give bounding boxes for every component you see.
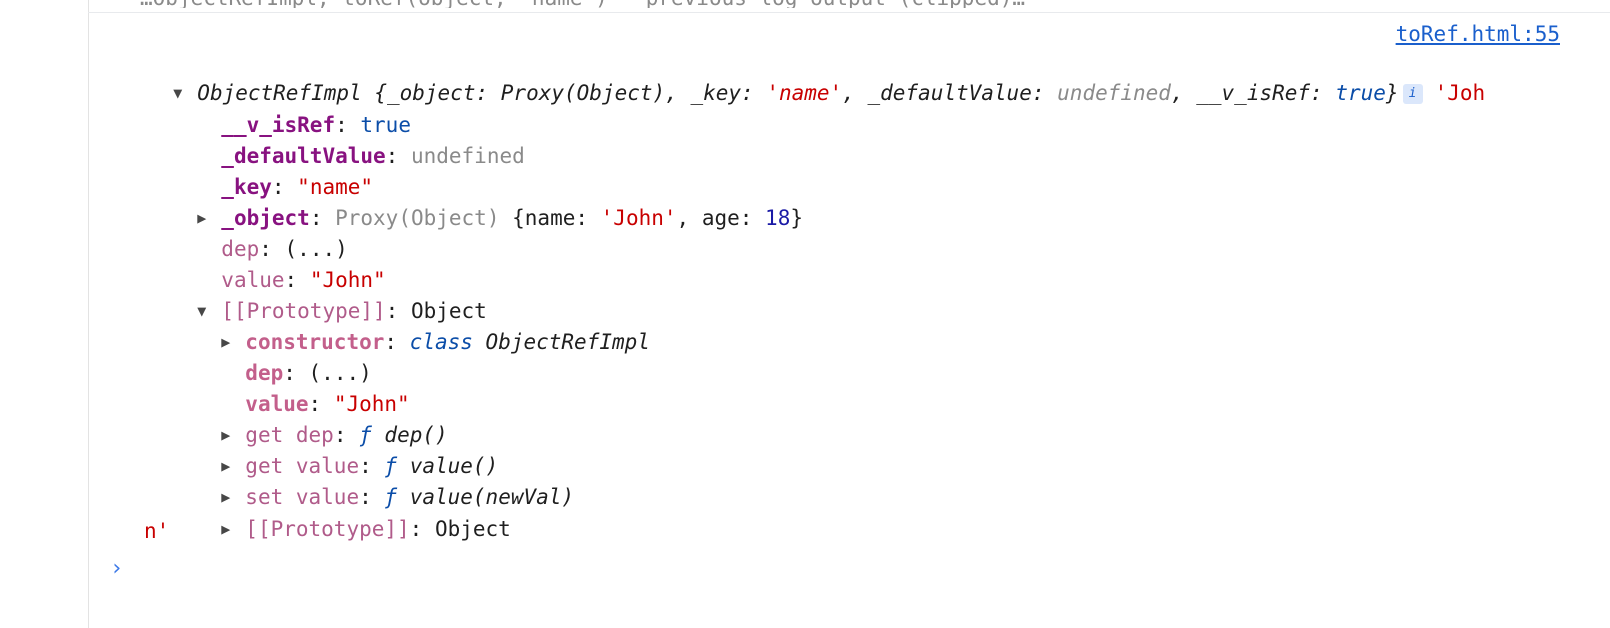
- console-prompt-icon[interactable]: ›: [110, 556, 123, 581]
- prop-value: Object: [434, 517, 511, 541]
- previous-log-line: …ObjectRefImpl, toRef(object, 'name') — …: [140, 0, 1025, 8]
- prop-row-key: _key: "name": [221, 175, 374, 199]
- proto-get-value-row[interactable]: ▶ get value: ƒ value(): [196, 421, 498, 478]
- preview-value: 'John': [600, 206, 677, 230]
- prop-key: [[Prototype]]: [245, 517, 410, 541]
- preview-value: 18: [765, 206, 791, 230]
- prop-row-v-isref: __v_isRef: true: [221, 113, 411, 137]
- message-separator: [88, 12, 1610, 13]
- object-summary-row[interactable]: ▼ ObjectRefImpl {_object: Proxy(Object), …: [148, 48, 1485, 105]
- prototype-row[interactable]: ▼ [[Prototype]]: Object: [172, 266, 487, 323]
- summary-key: _key: [690, 81, 742, 105]
- summary-key: _defaultValue: [867, 81, 1032, 105]
- proto-get-dep-row[interactable]: ▶ get dep: ƒ dep(): [196, 390, 447, 447]
- console-gutter: [0, 0, 89, 628]
- trailing-value: 'Joh: [1434, 81, 1486, 105]
- brace-open: {: [499, 206, 525, 230]
- trailing-value-wrap: n': [144, 519, 170, 543]
- source-link[interactable]: toRef.html:55: [1396, 22, 1560, 46]
- prop-value: undefined: [410, 144, 525, 168]
- keyword: class: [409, 330, 473, 354]
- summary-value: 'name': [766, 81, 843, 105]
- proto-constructor-row[interactable]: ▶ constructor: class ObjectRefImpl: [196, 297, 650, 354]
- prop-row-object[interactable]: ▶ _object: Proxy(Object) {name: 'John', a…: [172, 173, 803, 230]
- proto-inner-prototype-row[interactable]: ▶ [[Prototype]]: Object: [196, 484, 511, 541]
- proto-set-value-row[interactable]: ▶ set value: ƒ value(newVal): [196, 452, 574, 509]
- prop-type: Proxy(Object): [335, 206, 500, 230]
- brace-close: }: [1385, 81, 1399, 105]
- prop-value: ObjectRefImpl: [485, 330, 650, 354]
- info-icon[interactable]: i: [1402, 84, 1423, 104]
- prop-row-dep[interactable]: dep: (...): [196, 204, 347, 261]
- summary-key: __v_isRef: [1196, 81, 1311, 105]
- prop-row-value: value: "John": [221, 268, 386, 292]
- brace-close: }: [790, 206, 803, 230]
- preview-key: name: [524, 206, 576, 230]
- summary-value: undefined: [1057, 81, 1171, 105]
- proto-dep-row[interactable]: dep: (...): [220, 328, 371, 385]
- expand-triangle-icon[interactable]: ▼: [173, 78, 197, 108]
- summary-value: true: [1335, 81, 1386, 105]
- prop-row-default-value: _defaultValue: undefined: [221, 144, 525, 168]
- summary-value: Proxy(Object): [500, 81, 666, 105]
- preview-key: age: [701, 206, 740, 230]
- expand-triangle-icon[interactable]: ▶: [221, 514, 245, 544]
- proto-value-row: value: "John": [245, 392, 410, 416]
